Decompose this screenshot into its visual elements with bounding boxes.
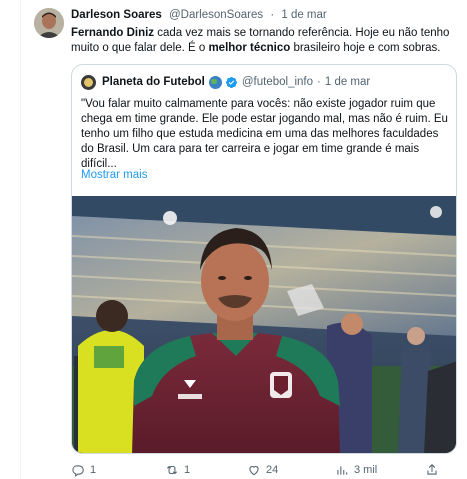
views-icon [337,466,348,475]
quoted-tweet-date[interactable]: 1 de mar [325,76,370,88]
quoted-separator: · [317,76,321,88]
quoted-tweet-header: Planeta do Futebol @futebol_info · 1 de … [81,74,370,90]
separator: · [270,9,275,21]
verified-badge-icon [225,76,237,88]
author-name[interactable]: Darleson Soares [71,9,162,21]
tweet-text-part-4: brasileiro hoje e com sobras. [290,42,441,54]
quoted-author-handle[interactable]: @futebol_info [242,76,313,88]
like-button[interactable]: 24 [247,462,278,478]
author-handle[interactable]: @DarlesonSoares [169,9,263,21]
tweet-actions: 1 1 24 3 mil [71,462,461,478]
retweet-button[interactable]: 1 [165,462,190,478]
retweet-count: 1 [184,464,191,476]
views-count: 3 mil [354,464,378,476]
quoted-tweet-text: "Vou falar muito calmamente para vocês: … [81,98,448,170]
tweet-text: Fernando Diniz cada vez mais se tornando… [71,26,456,56]
views-button[interactable]: 3 mil [335,462,377,478]
share-icon [427,464,437,475]
reply-button[interactable]: 1 [71,462,96,478]
tweet-text-bold-1: Fernando Diniz [71,27,155,39]
quoted-author-avatar[interactable] [81,74,96,90]
tweet-photo[interactable] [72,196,456,453]
tweet-date[interactable]: 1 de mar [281,9,326,21]
quoted-author-name[interactable]: Planeta do Futebol [102,76,205,88]
share-button[interactable] [425,462,444,478]
show-more-link[interactable]: Mostrar mais [81,169,147,181]
reply-count: 1 [90,464,97,476]
tweet[interactable]: Darleson Soares @DarlesonSoares · 1 de m… [0,0,467,479]
retweet-icon [166,465,178,475]
tweet-text-bold-2: melhor técnico [208,42,291,54]
globe-icon [208,75,222,89]
like-count: 24 [266,464,279,476]
like-icon [249,466,259,476]
tweet-header: Darleson Soares @DarlesonSoares · 1 de m… [71,9,327,21]
quoted-tweet[interactable]: Planeta do Futebol @futebol_info · 1 de … [71,64,457,454]
avatar[interactable] [34,8,64,38]
reply-icon [72,465,84,477]
